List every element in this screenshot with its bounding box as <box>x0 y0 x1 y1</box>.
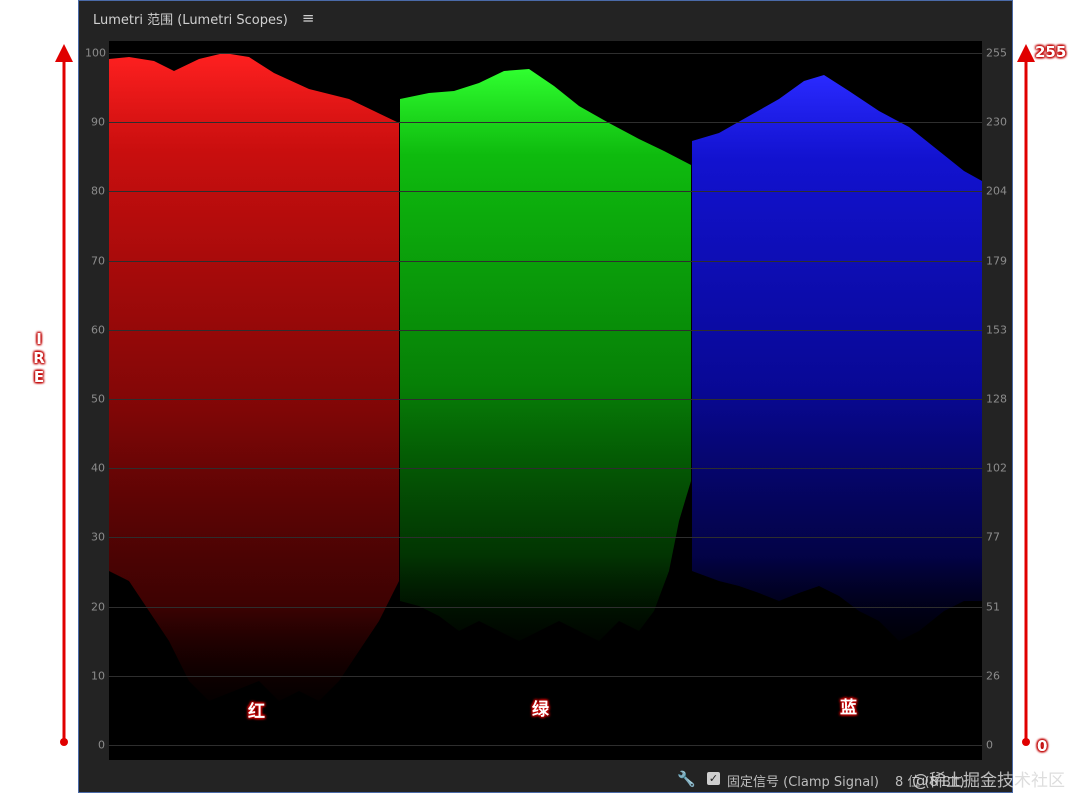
ire-tick-label: 100 <box>85 46 106 60</box>
gridline <box>109 53 982 54</box>
ire-arrowhead <box>55 44 73 62</box>
clamp-signal-checkbox[interactable]: ✓ <box>707 772 720 785</box>
code-value-tick-label: 26 <box>986 669 1000 683</box>
gridline <box>109 675 982 677</box>
ire-tick-label: 20 <box>91 600 105 614</box>
ire-tick-label: 50 <box>91 392 105 406</box>
lumetri-scopes-panel: Lumetri 范围 (Lumetri Scopes) ≡ 100 90 80 … <box>78 0 1013 793</box>
gridline <box>109 191 982 193</box>
ire-tick-label: 90 <box>91 115 105 129</box>
annotation-0: 0 <box>1037 737 1048 755</box>
red-channel-waveform <box>109 53 399 701</box>
ire-arrow-tail <box>60 738 68 746</box>
code-value-tick-label: 77 <box>986 530 1000 544</box>
ire-tick-label: 70 <box>91 254 105 268</box>
ire-tick-label: 10 <box>91 669 105 683</box>
ire-letter: E <box>33 368 45 386</box>
panel-header: Lumetri 范围 (Lumetri Scopes) ≡ <box>79 1 1012 35</box>
ire-annotation: IRE <box>32 330 46 387</box>
parade-waveform <box>109 53 982 701</box>
blue-channel-label: 蓝 <box>840 698 857 718</box>
code-value-tick-label: 128 <box>986 392 1007 406</box>
code-value-tick-label: 0 <box>986 738 993 752</box>
green-channel-label: 绿 <box>532 700 549 720</box>
code-value-tick-label: 179 <box>986 254 1007 268</box>
scope-footer: 🔧 ✓ 固定信号 (Clamp Signal) 8 位 (8 Bit) <box>79 762 1012 794</box>
watermark: @稀土掘金技术社区 <box>912 771 1065 791</box>
gridline <box>109 260 982 262</box>
rgb-arrow-tail <box>1022 738 1030 746</box>
gridline <box>109 745 982 746</box>
hamburger-menu-icon[interactable]: ≡ <box>302 9 315 27</box>
red-channel-label: 红 <box>248 702 265 722</box>
blue-channel-waveform <box>692 75 982 641</box>
gridline <box>109 329 982 331</box>
ire-tick-label: 80 <box>91 184 105 198</box>
code-value-tick-label: 153 <box>986 323 1007 337</box>
code-value-tick-label: 51 <box>986 600 1000 614</box>
gridline <box>109 537 982 539</box>
gridline <box>109 122 982 124</box>
ire-tick-label: 60 <box>91 323 105 337</box>
ire-tick-label: 0 <box>98 738 105 752</box>
rgb-parade-scope: 100 90 80 70 60 50 40 30 20 10 0 255 230 204 179 153 12… <box>85 41 1007 760</box>
code-value-tick-label: 230 <box>986 115 1007 129</box>
ire-letter: R <box>33 349 45 367</box>
code-value-tick-label: 255 <box>986 46 1007 60</box>
wrench-icon[interactable]: 🔧 <box>677 770 696 788</box>
code-value-tick-label: 102 <box>986 461 1007 475</box>
gridline <box>109 606 982 608</box>
code-value-tick-label: 204 <box>986 184 1007 198</box>
rgb-arrowhead <box>1017 44 1035 62</box>
ire-tick-label: 30 <box>91 530 105 544</box>
annotation-255: 255 <box>1035 43 1067 61</box>
panel-title: Lumetri 范围 (Lumetri Scopes) <box>93 12 288 28</box>
ire-letter: I <box>36 330 42 348</box>
gridline <box>109 399 982 400</box>
gridline <box>109 468 982 470</box>
ire-tick-label: 40 <box>91 461 105 475</box>
green-channel-waveform <box>400 69 691 641</box>
clamp-signal-label: 固定信号 (Clamp Signal) <box>727 775 879 790</box>
